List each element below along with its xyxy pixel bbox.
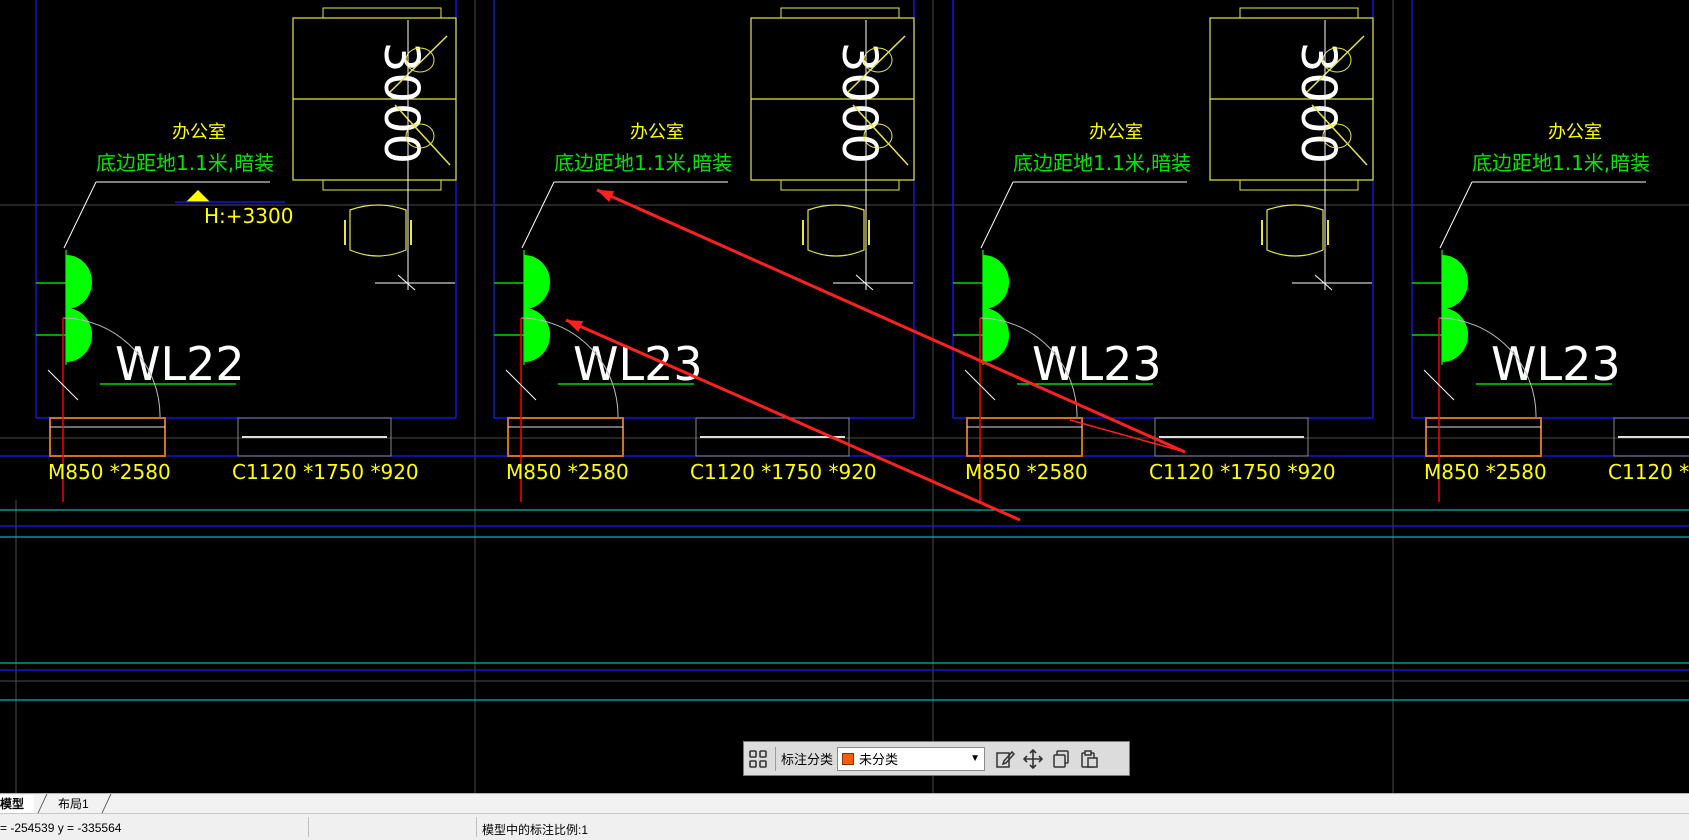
chair-arms — [344, 220, 412, 245]
annotation-arrowhead — [566, 320, 584, 332]
status-divider — [308, 817, 309, 837]
annotation-category-value: 未分类 — [859, 752, 899, 767]
annotation-scale-readout: 模型中的标注比例:1 — [482, 823, 589, 837]
window-label-text: C1120 *1750 *920 — [1149, 460, 1336, 484]
cursor-coordinates: = -254539 y = -335564 — [0, 821, 122, 835]
chevron-down-icon[interactable]: ▼ — [966, 753, 984, 764]
lamp-symbol — [66, 308, 92, 362]
layout-tab-bar: 模型 布局1 — [0, 793, 1689, 813]
room-name-text: 办公室 — [1548, 122, 1602, 143]
door-frame — [966, 417, 1083, 457]
cad-drawing-viewport[interactable]: 3000 办公室底边距地1.1米,暗装 WL22 M850 *2580 C1120 *1… — [0, 0, 1689, 793]
paste-icon[interactable] — [1075, 745, 1103, 773]
lamp-symbol — [1442, 255, 1468, 309]
desk-dimension-text: 3000 — [831, 42, 887, 164]
window-label-text: C1120 *1750 *920 — [690, 460, 877, 484]
door-frame — [49, 417, 166, 457]
desk-edge — [780, 7, 900, 19]
leader-line — [521, 181, 555, 249]
grid-menu-icon[interactable] — [744, 745, 772, 773]
lamp-symbol — [66, 255, 92, 309]
door-frame — [507, 417, 624, 457]
elevation-text: H:+3300 — [204, 204, 293, 228]
desk-dimension-text: 3000 — [373, 42, 429, 164]
installation-note-text: 底边距地1.1米,暗装 — [1013, 151, 1191, 175]
lamp-symbol — [983, 308, 1009, 362]
chair-shape — [1266, 204, 1324, 257]
chair-arms — [1261, 220, 1329, 245]
chair-shape — [349, 204, 407, 257]
status-bar: = -254539 y = -335564 模型中的标注比例:1 — [0, 813, 1689, 840]
copy-icon[interactable] — [1047, 745, 1075, 773]
installation-note-text: 底边距地1.1米,暗装 — [96, 151, 274, 175]
annotation-arrow-line — [596, 188, 1186, 454]
annotation-category-label: 标注分类 — [781, 752, 834, 767]
installation-note-text: 底边距地1.1米,暗装 — [1472, 151, 1650, 175]
lamp-symbol — [524, 308, 550, 362]
installation-note-text: 底边距地1.1米,暗装 — [554, 151, 732, 175]
tab-model[interactable]: 模型 — [0, 795, 35, 813]
wall-label-text: WL23 — [573, 337, 703, 391]
leader-line — [980, 181, 1014, 249]
window-label-text: C1120 *17 — [1608, 460, 1689, 484]
annotation-category-select[interactable]: 未分类 ▼ — [837, 746, 986, 771]
lamp-symbol — [524, 255, 550, 309]
tab-layout1[interactable]: 布局1 — [48, 795, 99, 813]
desk-dimension-text: 3000 — [1290, 42, 1346, 164]
room-name-text: 办公室 — [172, 122, 226, 143]
chair-shape — [807, 204, 865, 257]
annotation-arrowhead — [597, 190, 615, 202]
desk-edge — [322, 179, 442, 191]
annotation-toolbar: 标注分类 未分类 ▼ — [743, 741, 1130, 776]
wall-label-text: WL23 — [1032, 337, 1162, 391]
annotation-arrow-line — [565, 318, 1021, 522]
lamp-symbol — [1442, 308, 1468, 362]
move-icon[interactable] — [1019, 745, 1047, 773]
elevation-marker-icon — [186, 190, 210, 202]
category-color-swatch — [842, 752, 855, 765]
desk-edge — [1239, 179, 1359, 191]
toolbar-separator — [775, 746, 776, 771]
wall-label-text: WL23 — [1491, 337, 1621, 391]
cad-canvas[interactable]: 3000 办公室底边距地1.1米,暗装 WL22 M850 *2580 C1120 *1… — [0, 0, 1689, 793]
desk-edge — [322, 7, 442, 19]
door-label-text: M850 *2580 — [1424, 460, 1547, 484]
tab-divider — [101, 794, 112, 813]
leader-line — [1439, 181, 1473, 249]
desk-edge — [1239, 7, 1359, 19]
status-divider — [476, 817, 477, 837]
door-frame — [1425, 417, 1542, 457]
room-name-text: 办公室 — [1089, 122, 1143, 143]
window-label-text: C1120 *1750 *920 — [232, 460, 419, 484]
desk-edge — [780, 179, 900, 191]
tab-divider — [37, 794, 48, 813]
door-label-text: M850 *2580 — [48, 460, 171, 484]
edit-icon[interactable] — [991, 745, 1019, 773]
chair-arms — [802, 220, 870, 245]
lamp-symbol — [983, 255, 1009, 309]
leader-line — [63, 181, 97, 249]
wall-label-text: WL22 — [115, 337, 245, 391]
room-name-text: 办公室 — [630, 122, 684, 143]
door-label-text: M850 *2580 — [506, 460, 629, 484]
door-label-text: M850 *2580 — [965, 460, 1088, 484]
